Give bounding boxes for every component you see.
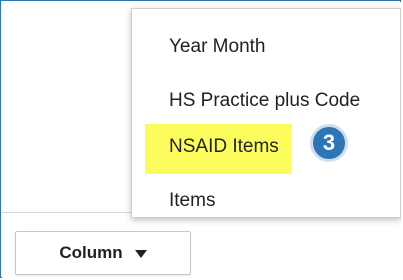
menu-item-nsaid-items[interactable]: NSAID Items: [132, 127, 400, 167]
column-button-label: Column: [59, 243, 123, 262]
column-button[interactable]: Column: [15, 231, 191, 275]
menu-item-year-month[interactable]: Year Month: [132, 27, 400, 67]
screenshot-frame: Year Month HS Practice plus Code NSAID I…: [0, 0, 401, 278]
step-number-badge: 3: [310, 124, 348, 162]
menu-item-items[interactable]: Items: [132, 181, 400, 221]
column-dropdown-menu: Year Month HS Practice plus Code NSAID I…: [131, 8, 401, 218]
menu-item-label: HS Practice plus Code: [169, 90, 361, 111]
menu-item-label: Items: [169, 190, 216, 211]
menu-item-label: Year Month: [169, 36, 266, 57]
stage: Year Month HS Practice plus Code NSAID I…: [2, 2, 401, 278]
menu-item-label: NSAID Items: [169, 136, 279, 157]
step-number: 3: [322, 130, 336, 155]
caret-down-icon: [134, 250, 147, 258]
menu-item-hs-practice-plus-code[interactable]: HS Practice plus Code: [132, 81, 400, 121]
